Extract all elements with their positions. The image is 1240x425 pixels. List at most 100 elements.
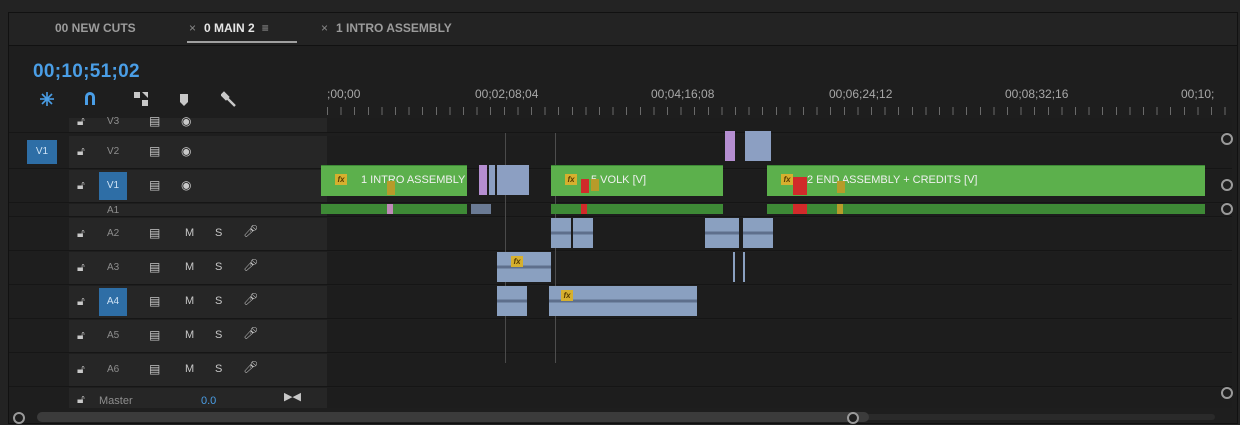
mic-icon[interactable]: 🎤︎ [243,258,258,272]
mic-icon[interactable]: 🎤︎ [243,360,258,374]
solo-button[interactable]: S [215,363,222,375]
tab-1-intro-assembly[interactable]: × 1 INTRO ASSEMBLY [321,21,452,35]
tab-close-icon[interactable]: × [189,21,196,35]
audio-clip-a2[interactable] [705,218,739,248]
filmstrip-icon[interactable]: ▤ [149,260,160,274]
audio-clip-a2[interactable] [573,218,593,248]
snap-magnet-icon[interactable] [83,91,97,107]
scroll-handle[interactable] [1221,387,1233,399]
lock-icon[interactable]: 🔓︎ [77,392,85,407]
clip-marker[interactable] [581,204,587,214]
collapse-icon[interactable]: ▶◀ [284,390,301,403]
filmstrip-icon[interactable]: ▤ [149,362,160,376]
audio-clip-a4[interactable] [497,286,527,316]
track-name[interactable]: V2 [107,146,119,157]
lane-a3[interactable] [327,252,1232,285]
solo-button[interactable]: S [215,329,222,341]
master-volume-value[interactable]: 0.0 [201,395,216,407]
lane-a2[interactable] [327,218,1232,251]
clip-marker[interactable] [837,204,843,214]
lock-icon[interactable]: 🔓︎ [77,144,85,159]
track-target-a4[interactable]: A4 [99,288,127,316]
lock-icon[interactable]: 🔓︎ [77,260,85,275]
mute-button[interactable]: M [185,363,194,375]
track-name[interactable]: A6 [107,364,119,375]
clip-v2-purple[interactable] [725,131,735,161]
mute-button[interactable]: M [185,227,194,239]
lock-icon[interactable]: 🔓︎ [77,294,85,309]
track-name[interactable]: A5 [107,330,119,341]
mute-button[interactable]: M [185,261,194,273]
lock-icon[interactable]: 🔓︎ [77,362,85,377]
lane-master[interactable] [327,388,1232,408]
track-name[interactable]: A2 [107,228,119,239]
horizontal-zoom-scrollbar[interactable] [13,412,1225,424]
vertical-zoom-scrollbar[interactable] [1221,133,1233,399]
clip-v1-blue[interactable] [497,165,529,195]
scroll-handle[interactable] [1221,203,1233,215]
solo-button[interactable]: S [215,295,222,307]
track-name[interactable]: A3 [107,262,119,273]
clip-marker[interactable] [387,181,395,195]
mute-button[interactable]: M [185,295,194,307]
audio-clip-a3[interactable]: fx [497,252,551,282]
lane-a4[interactable] [327,286,1232,319]
lock-icon[interactable]: 🔓︎ [77,328,85,343]
filmstrip-icon[interactable]: ▤ [149,178,160,192]
eye-icon[interactable]: ◉ [181,144,191,158]
filmstrip-icon[interactable]: ▤ [149,328,160,342]
lane-a6[interactable] [327,354,1232,387]
nest-icon[interactable] [39,91,55,107]
clip-marker[interactable] [581,179,589,193]
track-name[interactable]: V3 [107,116,119,127]
scroll-handle[interactable] [1221,179,1233,191]
panel-menu-icon[interactable]: ≡ [262,21,269,35]
lock-icon[interactable]: 🔓︎ [77,226,85,241]
lane-a5[interactable] [327,320,1232,353]
clip-marker[interactable] [837,181,845,193]
clip-5-volk[interactable]: fx 5 VOLK [V] [551,165,723,196]
mic-icon[interactable]: 🎤︎ [243,326,258,340]
lane-v3[interactable] [327,118,1232,133]
audio-clip-a3[interactable] [743,252,745,282]
source-patch-v1[interactable]: V1 [27,140,57,164]
tab-0-main-2[interactable]: × 0 MAIN 2 ≡ [189,21,269,35]
mute-button[interactable]: M [185,329,194,341]
scroll-thumb[interactable] [37,412,869,422]
clip-marker[interactable] [591,179,599,191]
clip-v2-blue[interactable] [745,131,771,161]
audio-clip-a1[interactable] [767,204,1205,214]
filmstrip-icon[interactable]: ▤ [149,226,160,240]
scroll-handle-right[interactable] [847,412,859,424]
clip-marker[interactable] [793,204,807,214]
linked-selection-icon[interactable] [133,91,149,107]
clip-2-end-assembly-credits[interactable]: fx 2 END ASSEMBLY + CREDITS [V] [767,165,1205,196]
audio-clip-a1[interactable] [471,204,491,214]
wrench-icon[interactable] [221,91,237,107]
audio-clip-a1[interactable] [551,204,723,214]
mic-icon[interactable]: 🎤︎ [243,292,258,306]
track-target-v1[interactable]: V1 [99,172,127,200]
tab-close-icon[interactable]: × [321,21,328,35]
filmstrip-icon[interactable]: ▤ [149,294,160,308]
filmstrip-icon[interactable]: ▤ [149,114,160,128]
scroll-handle-left[interactable] [13,412,25,424]
solo-button[interactable]: S [215,227,222,239]
lock-icon[interactable]: 🔓︎ [77,178,85,193]
lock-icon[interactable]: 🔓︎ [77,114,85,129]
clip-marker[interactable] [793,177,807,195]
playhead-timecode[interactable]: 00;10;51;02 [33,61,140,83]
audio-clip-a1[interactable] [321,204,467,214]
mic-icon[interactable]: 🎤︎ [243,224,258,238]
add-marker-icon[interactable] [179,93,189,107]
solo-button[interactable]: S [215,261,222,273]
scroll-handle[interactable] [1221,133,1233,145]
audio-clip-a2[interactable] [743,218,773,248]
clip-v1-purple[interactable] [479,165,487,195]
audio-clip-a3[interactable] [733,252,735,282]
tab-00-new-cuts[interactable]: 00 NEW CUTS [55,21,136,35]
eye-icon[interactable]: ◉ [181,178,191,192]
filmstrip-icon[interactable]: ▤ [149,144,160,158]
clip-marker[interactable] [387,204,393,214]
clip-v1-blue[interactable] [489,165,495,195]
